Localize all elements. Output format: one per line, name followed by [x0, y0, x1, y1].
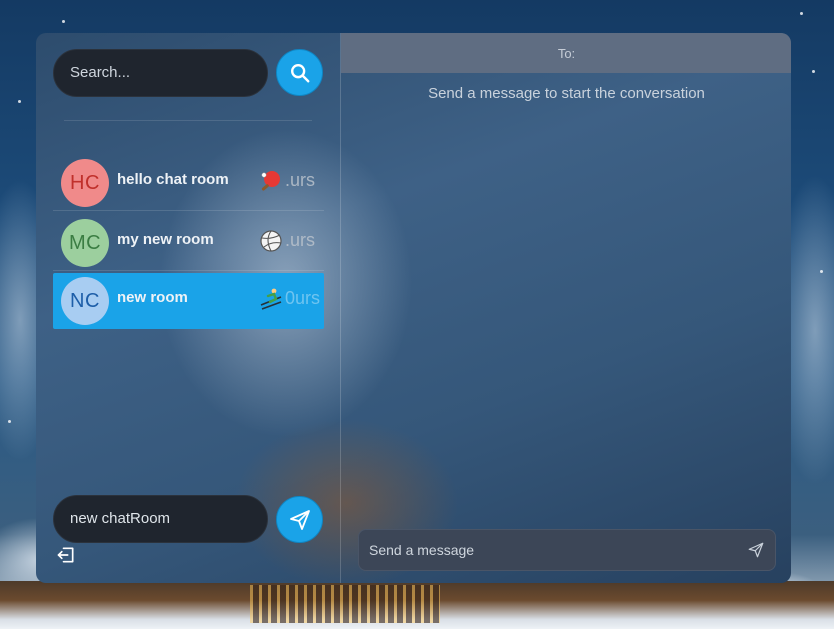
avatar: HC — [61, 159, 109, 207]
search-input[interactable] — [53, 49, 268, 97]
room-name: new room — [117, 289, 188, 306]
empty-conversation-hint: Send a message to start the conversation — [428, 85, 705, 102]
avatar: MC — [61, 219, 109, 267]
room-timestamp: 0urs — [285, 288, 321, 308]
avatar: NC — [61, 277, 109, 325]
create-room-button[interactable] — [276, 496, 323, 543]
message-composer — [358, 529, 776, 571]
room-list-item-active[interactable]: NC new room 0urs — [53, 273, 324, 329]
search-icon — [290, 63, 309, 82]
room-name: hello chat room — [117, 171, 229, 188]
logout-icon[interactable] — [56, 545, 76, 565]
room-list-item[interactable]: HC hello chat room .urs — [53, 155, 324, 211]
new-room-input[interactable] — [53, 495, 268, 543]
sidebar: HC hello chat room .urs MC my new room .… — [36, 33, 340, 583]
room-list-item[interactable]: MC my new room .urs — [53, 215, 324, 271]
chat-panel: To: Send a message to start the conversa… — [340, 33, 791, 583]
room-name: my new room — [117, 231, 214, 248]
background-scene — [0, 581, 834, 629]
skiing-icon — [260, 288, 282, 310]
room-timestamp: .urs — [285, 230, 316, 250]
search-button[interactable] — [276, 49, 323, 96]
sidebar-divider — [64, 120, 312, 121]
message-input[interactable] — [359, 530, 729, 570]
ping-pong-icon — [261, 171, 280, 191]
send-icon — [289, 509, 310, 530]
chat-header: To: — [341, 33, 791, 73]
volleyball-icon — [260, 230, 282, 252]
send-message-icon[interactable] — [747, 541, 765, 559]
recipient-label: To: — [557, 45, 576, 61]
room-timestamp: .urs — [285, 170, 316, 190]
chat-app: HC hello chat room .urs MC my new room .… — [36, 33, 791, 583]
